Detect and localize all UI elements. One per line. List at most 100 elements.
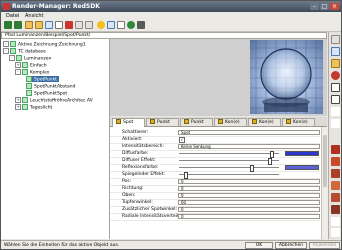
folder-icon [16,55,22,61]
reflection-color-swatch[interactable] [285,165,319,170]
position-field[interactable]: 0 [178,179,320,184]
tab-punkt-1[interactable]: Punkt [146,118,179,126]
direction-field[interactable]: 0 [178,186,320,191]
collapse-icon[interactable]: - [3,41,9,47]
shader-field[interactable]: Spot [178,130,320,135]
preview-settings-icon[interactable] [331,47,340,56]
side-toolbar [328,32,341,239]
app-icon [3,3,10,10]
close-button[interactable]: × [330,3,339,10]
close-x-icon[interactable] [331,119,340,128]
toolbar [1,19,341,32]
hotspot-angle-field[interactable]: 60 [178,200,320,205]
delete-icon[interactable] [65,21,73,29]
texture-icon[interactable] [331,157,340,166]
tab-spot[interactable]: Spot [112,118,145,127]
paste-icon[interactable] [55,21,63,29]
copy-icon[interactable] [45,21,53,29]
tab-punkt-2[interactable]: Punkt [180,118,213,126]
grid-icon[interactable] [107,21,115,29]
drawing-icon [10,41,16,47]
render-sphere-icon[interactable] [331,71,340,80]
details-view-icon[interactable] [75,21,83,29]
back-icon[interactable] [4,21,12,29]
tree-item-tageslicht[interactable]: + Tageslicht [15,104,52,111]
falloff-angle-field[interactable]: 0 [178,207,320,212]
prop-label: Schattierer: [122,130,149,135]
sphere-preview-render [250,40,323,114]
new-folder-icon[interactable] [25,21,33,29]
arrow-up-icon[interactable] [331,107,340,116]
prop-label: Richtung: [122,186,144,191]
collapse-icon[interactable]: - [9,55,15,61]
maximize-button[interactable]: □ [320,3,329,10]
properties-scrollbar[interactable] [321,127,328,239]
minimize-button[interactable]: – [310,3,319,10]
render-play-icon[interactable] [127,21,135,29]
expand-icon[interactable]: + [15,62,21,68]
tree-item-luminanzen[interactable]: - Luminanzen [9,55,51,62]
view-toggle-icon[interactable] [331,35,340,44]
layer-icon[interactable] [331,193,340,202]
view-icon[interactable] [137,21,145,29]
collapse-icon[interactable]: - [15,69,21,75]
open-folder-icon[interactable] [35,21,43,29]
radial-intensity-field[interactable]: 0 [178,214,320,219]
prop-label: Pos: [122,179,132,184]
scrollbar-thumb[interactable] [323,135,327,187]
cancel-button[interactable]: Abbrechen [275,242,307,249]
expand-icon[interactable]: + [15,104,21,110]
light-icon[interactable] [331,181,340,190]
tree-item-komplex[interactable]: - Komplex [15,69,49,76]
luminance-tree: - Aktive Zeichnung:Zeichnung1 - TC databas… [1,39,110,239]
pointer-icon[interactable] [331,95,340,104]
diffuse-color-swatch[interactable] [285,151,319,156]
prop-label: Spiegelnder Effekt: [122,172,165,177]
light-icon [26,83,32,89]
light-type-tabs: Spot Punkt Punkt Kon(e) Kon(e) Kon(e) [110,117,327,127]
tree-item-leuchtstoffroehre[interactable]: + LeuchtstoffröhreArchitec AV [15,97,93,104]
material-preview-pane [110,39,327,116]
material-icon[interactable] [331,145,340,154]
prop-label: Diffusfarbe: [122,151,149,156]
expand-icon[interactable]: + [15,97,21,103]
prop-label: Oben: [122,193,136,198]
arrow-down-icon[interactable] [331,217,340,226]
tree-item-active-drawing[interactable]: - Aktive Zeichnung:Zeichnung1 [3,41,86,48]
reflection-color-slider-track [179,167,279,168]
tab-kone-2[interactable]: Kon(e) [248,118,281,126]
tab-kone-1[interactable]: Kon(e) [214,118,247,126]
frame-icon[interactable] [117,21,125,29]
path-text: Pfad Luminanzen/Beispiel/Spot/Punkt/ [5,33,91,38]
light-icon [26,76,32,82]
tab-kone-3[interactable]: Kon(e) [282,118,315,126]
folder-icon[interactable] [331,59,340,68]
cone-light-icon [286,119,291,124]
intensity-range-dropdown[interactable]: Keine Senkung [178,144,320,149]
tree-item-spotpunktspot[interactable]: SpotPunktSpot [26,90,67,97]
tree-item-tc-database[interactable]: - TC database [3,48,46,55]
forward-icon[interactable] [14,21,22,29]
light-icon [26,90,32,96]
render-manager-window: Render-Manager: RedSDK – □ × Datei Ansic… [0,0,342,250]
delete-x-icon[interactable] [331,228,340,237]
stack-icon[interactable] [331,205,340,214]
diffuse-effect-slider-track [179,160,279,161]
tree-item-spotpunktabstand[interactable]: SpotPunktAbstand [26,83,75,90]
status-message: Wählen Sie die Einheiten für das aktive … [4,243,120,248]
tree-item-spotpunkt[interactable]: SpotPunkt [26,76,59,83]
path-field[interactable]: Pfad Luminanzen/Beispiel/Spot/Punkt/ [1,32,327,39]
folder-icon [22,97,28,103]
environment-icon[interactable] [331,169,340,178]
apply-button[interactable]: Anwenden [309,242,340,249]
diffuse-color-slider-track [179,153,279,154]
list-view-icon[interactable] [85,21,93,29]
cone-light-icon [218,119,223,124]
checker-icon[interactable] [331,83,340,92]
settings-gear-icon[interactable] [97,21,105,29]
point-light-icon [184,119,189,124]
tree-item-einfach[interactable]: + Einfach [15,62,47,69]
up-vector-field[interactable]: 0 [178,193,320,198]
ok-button[interactable]: OK [245,242,273,249]
collapse-icon[interactable]: - [3,48,9,54]
